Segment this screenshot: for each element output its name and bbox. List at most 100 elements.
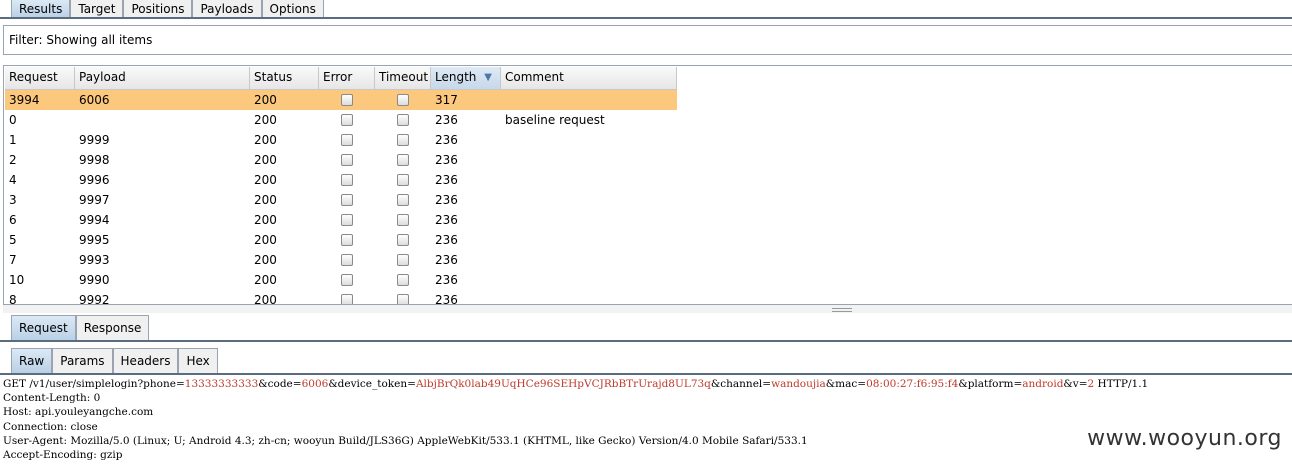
timeout-cell: [375, 110, 431, 130]
param-value: 6006: [301, 378, 329, 390]
table-row[interactable]: 0 200 236 baseline request: [5, 110, 677, 130]
error-cell: [319, 210, 375, 230]
timeout-cell: [375, 210, 431, 230]
table-row[interactable]: 3994 6006 200 317: [5, 90, 677, 110]
length-cell: 317: [435, 93, 458, 107]
request-cell: 0: [9, 113, 17, 127]
tab-positions[interactable]: Positions: [123, 0, 193, 18]
payload-cell: 9998: [79, 153, 110, 167]
header-line: Content-Length: 0: [3, 392, 101, 405]
timeout-cell: [375, 270, 431, 290]
status-cell: 200: [254, 273, 277, 287]
tab-request[interactable]: Request: [11, 315, 76, 340]
table-row[interactable]: 8 9992 200 236: [5, 290, 677, 305]
timeout-checkbox: [397, 114, 409, 126]
tab-params[interactable]: Params: [52, 348, 113, 373]
message-tab-bar: Request Response: [11, 315, 150, 340]
request-cell: 5: [9, 233, 17, 247]
request-cell: 3: [9, 193, 17, 207]
param-equals: =: [175, 378, 185, 390]
error-cell: [319, 170, 375, 190]
request-cell: 8: [9, 293, 17, 305]
timeout-cell: [375, 130, 431, 150]
status-cell: 200: [254, 233, 277, 247]
splitter-grip-icon[interactable]: [832, 308, 852, 312]
table-row[interactable]: 1 9999 200 236: [5, 130, 677, 150]
watermark: www.wooyun.org: [1087, 426, 1282, 451]
status-cell: 200: [254, 153, 277, 167]
table-body: 3994 6006 200 317 0 200 236 baseline request 1 99…: [5, 90, 677, 305]
status-cell: 200: [254, 93, 277, 107]
error-checkbox: [341, 114, 353, 126]
column-header-comment[interactable]: Comment: [501, 67, 677, 89]
table-row[interactable]: 7 9993 200 236: [5, 250, 677, 270]
param-value: wandoujia: [771, 378, 826, 390]
param-equals: =: [1013, 378, 1023, 390]
request-line: GET /v1/user/simplelogin?phone=133333333…: [3, 377, 1292, 391]
length-cell: 236: [435, 293, 458, 305]
tab-target[interactable]: Target: [70, 0, 124, 18]
tab-headers[interactable]: Headers: [112, 348, 179, 373]
payload-cell: 9993: [79, 253, 110, 267]
comment-cell: [501, 130, 677, 150]
comment-cell: [501, 230, 677, 250]
filter-bar[interactable]: Filter: Showing all items: [3, 25, 1292, 55]
timeout-cell: [375, 90, 431, 110]
param-key: channel: [720, 378, 763, 390]
table-row[interactable]: 4 9996 200 236: [5, 170, 677, 190]
param-separator: &: [1063, 378, 1073, 390]
comment-cell: [501, 250, 677, 270]
tab-results[interactable]: Results: [11, 0, 71, 18]
comment-cell: [501, 270, 677, 290]
request-protocol: HTTP/1.1: [1094, 378, 1149, 390]
message-tab-rule: [0, 340, 1292, 342]
status-cell: 200: [254, 253, 277, 267]
payload-cell: 9992: [79, 293, 110, 305]
tab-raw[interactable]: Raw: [11, 348, 53, 373]
column-header-payload[interactable]: Payload: [75, 67, 250, 89]
error-cell: [319, 250, 375, 270]
timeout-checkbox: [397, 234, 409, 246]
param-key: platform: [967, 378, 1014, 390]
timeout-cell: [375, 190, 431, 210]
column-header-error[interactable]: Error: [319, 67, 375, 89]
length-cell: 236: [435, 273, 458, 287]
request-cell: 4: [9, 173, 17, 187]
error-checkbox: [341, 234, 353, 246]
column-header-status[interactable]: Status: [250, 67, 319, 89]
error-checkbox: [341, 254, 353, 266]
table-row[interactable]: 2 9998 200 236: [5, 150, 677, 170]
tab-hex[interactable]: Hex: [178, 348, 218, 373]
table-row[interactable]: 3 9997 200 236: [5, 190, 677, 210]
payload-cell: 9995: [79, 233, 110, 247]
request-method-path: GET /v1/user/simplelogin?: [3, 378, 144, 390]
table-row[interactable]: 5 9995 200 236: [5, 230, 677, 250]
table-row[interactable]: 6 9994 200 236: [5, 210, 677, 230]
panel-splitter[interactable]: [3, 305, 1292, 313]
comment-cell: [501, 290, 677, 304]
comment-cell: [501, 190, 677, 210]
tab-options[interactable]: Options: [261, 0, 324, 18]
column-header-length[interactable]: Length ▼: [431, 67, 501, 89]
error-checkbox: [341, 174, 353, 186]
length-cell: 236: [435, 133, 458, 147]
results-tab-bar: Results Target Positions Payloads Options: [11, 0, 324, 18]
tab-response[interactable]: Response: [75, 315, 150, 340]
column-header-timeout[interactable]: Timeout: [375, 67, 431, 89]
comment-cell: [501, 90, 677, 110]
length-cell: 236: [435, 153, 458, 167]
results-table: Request Payload Status Error Timeout Length ▼ C…: [5, 67, 677, 304]
tab-payloads[interactable]: Payloads: [192, 0, 262, 18]
column-header-request[interactable]: Request: [5, 67, 75, 89]
error-checkbox: [341, 294, 353, 304]
error-checkbox: [341, 154, 353, 166]
timeout-checkbox: [397, 274, 409, 286]
error-cell: [319, 150, 375, 170]
timeout-checkbox: [397, 94, 409, 106]
table-row[interactable]: 10 9990 200 236: [5, 270, 677, 290]
timeout-cell: [375, 290, 431, 304]
param-equals: =: [1078, 378, 1088, 390]
length-cell: 236: [435, 193, 458, 207]
error-cell: [319, 270, 375, 290]
param-equals: =: [857, 378, 867, 390]
